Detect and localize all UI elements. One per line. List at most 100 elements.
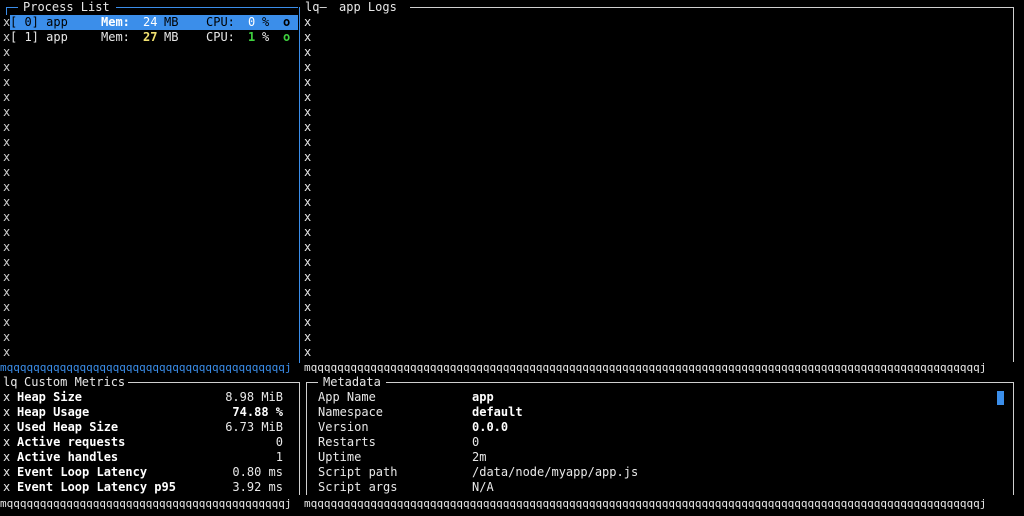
border-x-glyph: x	[3, 210, 11, 224]
border-q-glyph: q	[152, 362, 159, 374]
border-q-glyph: q	[265, 498, 272, 510]
border-q-glyph: q	[72, 362, 80, 374]
border-q-glyph: q	[390, 362, 397, 374]
border-q-glyph: q	[370, 362, 377, 374]
border-q-glyph: q	[615, 498, 622, 510]
border-q-glyph: q	[463, 362, 470, 374]
metadata-title: Metadata	[323, 375, 381, 389]
border-q-glyph: q	[205, 362, 212, 374]
metric-label: Active handles	[17, 450, 119, 464]
border-q-glyph: q	[337, 362, 344, 374]
logs-title: app Logs	[339, 0, 397, 14]
border-q-glyph: q	[721, 498, 728, 510]
border-x-glyph: x	[3, 255, 11, 269]
metric-row: x Active handles 1	[0, 450, 300, 465]
metric-value: 1	[275, 450, 283, 464]
logs-border-bottom: mqqqqqqqqqqqqqqqqqqqqqqqqqqqqqqqqqqqqqqq…	[304, 362, 1022, 374]
metadata-value: 0.0.0	[472, 420, 509, 434]
border-q-glyph: q	[655, 362, 662, 374]
border-q-glyph: q	[953, 498, 960, 510]
border-q-glyph: q	[231, 498, 239, 510]
border-x-glyph: x	[3, 240, 11, 254]
border-q-glyph: q	[212, 498, 219, 510]
border-q-glyph: q	[423, 362, 430, 374]
border-q-glyph: q	[827, 362, 834, 374]
border-q-glyph: q	[225, 498, 232, 510]
border-q-glyph: q	[357, 362, 364, 374]
border-x-glyph: x	[3, 405, 11, 419]
metadata-value: 0	[472, 435, 480, 449]
border-q-glyph: q	[562, 362, 569, 374]
border-q-glyph: q	[708, 362, 715, 374]
border-q-glyph: q	[694, 498, 702, 510]
border-q-glyph: q	[747, 362, 755, 374]
metadata-key: Namespace	[318, 405, 384, 419]
border-q-glyph: q	[403, 362, 410, 374]
border-q-glyph: q	[106, 498, 113, 510]
border-q-glyph: q	[370, 498, 377, 510]
border-corner-glyph: m	[0, 362, 7, 374]
process-mem-unit: MB	[164, 15, 179, 30]
border-q-glyph: q	[834, 498, 841, 510]
border-q-glyph: q	[482, 498, 490, 510]
border-q-glyph: q	[708, 498, 715, 510]
process-id: [ 0] app	[10, 15, 68, 30]
border-q-glyph: q	[496, 362, 503, 374]
border-q-glyph: q	[794, 498, 801, 510]
metadata-border-left	[306, 382, 307, 495]
border-q-glyph: q	[635, 498, 642, 510]
border-q-glyph: q	[959, 498, 967, 510]
border-q-glyph: q	[781, 362, 788, 374]
border-q-glyph: q	[323, 362, 331, 374]
border-q-glyph: q	[853, 498, 861, 510]
border-x-glyph: x	[304, 195, 312, 209]
metric-label: Event Loop Latency	[17, 465, 148, 479]
border-q-glyph: q	[880, 498, 887, 510]
metadata-value: /data/node/myapp/app.js	[472, 465, 639, 479]
process-row-0[interactable]: [ 0] app Mem: 24 MB CPU: 0 % o	[0, 15, 300, 30]
metric-label: Event Loop Latency p95	[17, 480, 176, 494]
process-cpu-value: 1	[248, 30, 256, 44]
border-q-glyph: q	[443, 362, 450, 374]
border-q-glyph: q	[834, 362, 841, 374]
border-q-glyph: q	[694, 362, 702, 374]
border-x-glyph: x	[3, 105, 11, 119]
metrics-border-bottom: mqqqqqqqqqqqqqqqqqqqqqqqqqqqqqqqqqqqqqqq…	[0, 498, 300, 510]
border-x-glyph: x	[304, 210, 312, 224]
border-q-glyph: q	[429, 498, 437, 510]
border-x-glyph: x	[304, 330, 312, 344]
border-q-glyph: q	[887, 362, 894, 374]
metadata-scrollbar-thumb[interactable]	[997, 391, 1004, 405]
process-row-1[interactable]: [ 1] app Mem: 27 MB CPU: 1 % o	[0, 30, 300, 45]
metric-value: 8.98 MiB	[225, 390, 283, 404]
border-x-glyph: x	[3, 435, 11, 449]
border-q-glyph: q	[86, 498, 93, 510]
border-q-glyph: q	[456, 498, 463, 510]
logs-output[interactable]	[315, 15, 1011, 360]
border-q-glyph: q	[423, 498, 430, 510]
process-mem-unit: MB	[164, 30, 179, 44]
border-q-glyph: q	[602, 498, 609, 510]
border-q-glyph: q	[774, 498, 781, 510]
border-q-glyph: q	[46, 498, 53, 510]
border-x-glyph: x	[304, 300, 312, 314]
metadata-key: Script path	[318, 465, 398, 479]
border-q-glyph: q	[920, 362, 927, 374]
border-x-glyph: x	[304, 15, 312, 29]
border-q-glyph: q	[800, 498, 808, 510]
border-q-glyph: q	[429, 362, 437, 374]
process-mem-value: 27	[143, 30, 158, 44]
border-q-glyph: q	[496, 498, 503, 510]
border-q-glyph: q	[106, 362, 113, 374]
metadata-key: Uptime	[318, 450, 362, 464]
process-cpu-unit: %	[262, 15, 270, 30]
border-q-glyph: q	[245, 362, 252, 374]
border-q-glyph: q	[973, 362, 980, 374]
process-mem-label: Mem:	[101, 15, 130, 30]
border-q-glyph: q	[959, 362, 967, 374]
border-x-glyph: x	[3, 60, 11, 74]
border-q-glyph: q	[655, 498, 662, 510]
border-q-glyph: q	[125, 362, 133, 374]
border-x-glyph: x	[3, 330, 11, 344]
border-q-glyph: q	[337, 498, 344, 510]
